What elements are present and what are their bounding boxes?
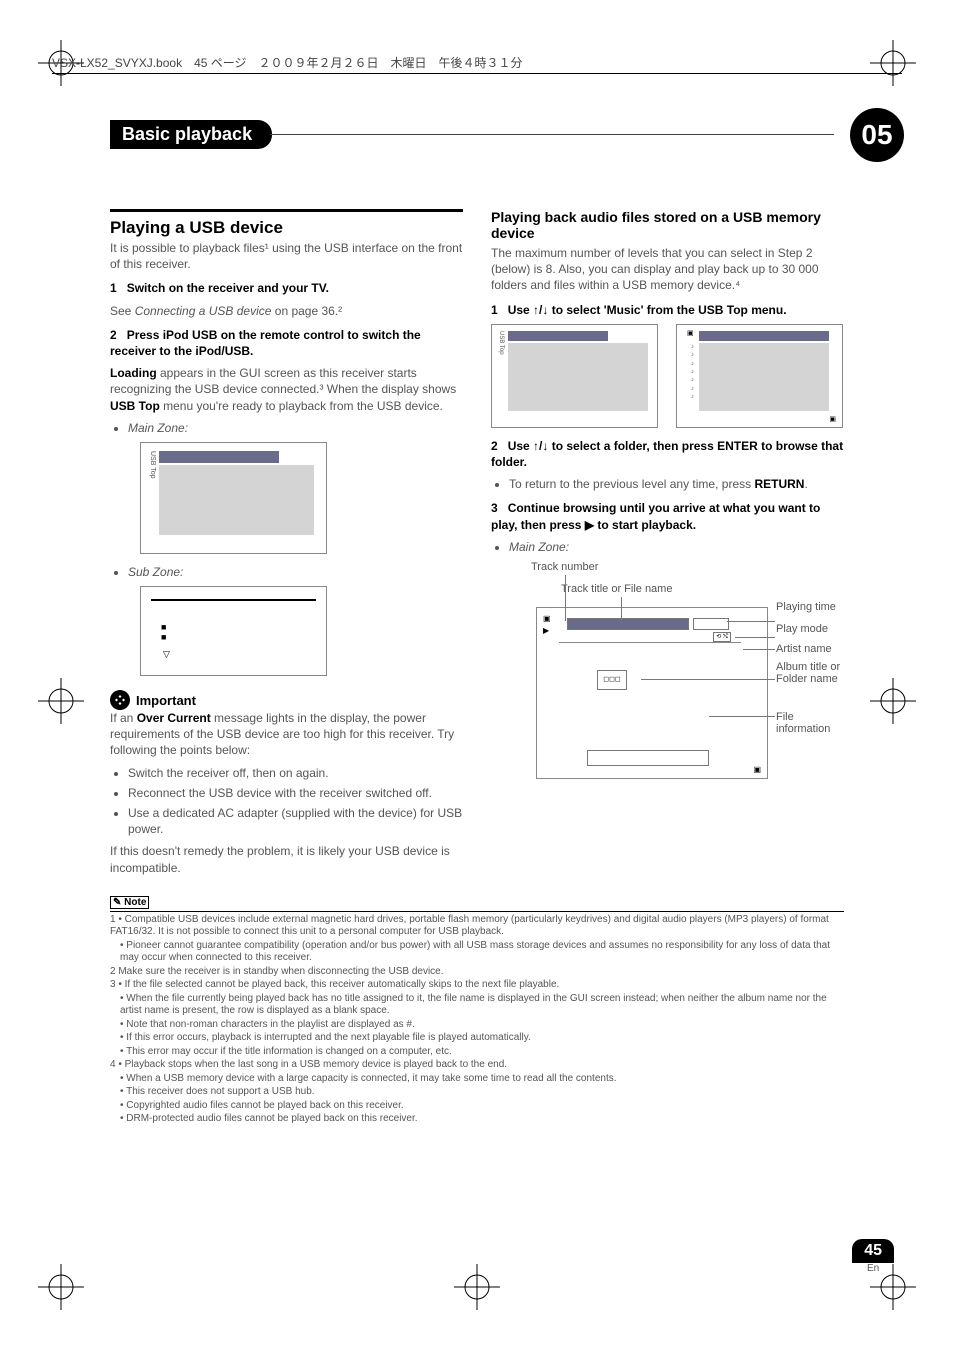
right-step-3: 3Continue browsing until you arrive at w… [491, 500, 844, 532]
page-number-badge: 45 En [852, 1239, 894, 1274]
notes-section: ✎ Note 1 • Compatible USB devices includ… [110, 896, 844, 1126]
callout-play-mode: Play mode [776, 623, 828, 635]
step-1: 1 Switch on the receiver and your TV. [110, 280, 463, 296]
callout-album-title: Album title or Folder name [776, 661, 866, 685]
crop-mark-icon [38, 1264, 84, 1310]
important-icon [110, 690, 130, 710]
step-title: Use ↑/↓ to select a folder, then press E… [491, 439, 843, 469]
intro-text: It is possible to playback files¹ using … [110, 240, 463, 272]
note-item: • Note that non-roman characters in the … [110, 1019, 844, 1032]
note-item: • This error may occur if the title info… [110, 1046, 844, 1059]
right-step-2-bullet: To return to the previous level any time… [509, 476, 844, 492]
note-item: • This receiver does not support a USB h… [110, 1086, 844, 1099]
crop-mark-icon [38, 678, 84, 724]
closing-text: If this doesn't remedy the problem, it i… [110, 843, 463, 875]
right-step-2: 2Use ↑/↓ to select a folder, then press … [491, 438, 844, 470]
step-number: 1 [110, 281, 117, 295]
gui-screenshot-music-list: ▣ ♪♪♪♪♪♪♪ ▣ [676, 324, 843, 428]
note-item: • DRM-protected audio files cannot be pl… [110, 1113, 844, 1126]
callout-playing-time: Playing time [776, 601, 836, 613]
step-1-body: See Connecting a USB device on page 36.² [110, 303, 463, 319]
step-title: Switch on the receiver and your TV. [127, 281, 329, 295]
step-number: 1 [491, 303, 498, 317]
note-item: • If this error occurs, playback is inte… [110, 1032, 844, 1045]
step-number: 2 [110, 328, 117, 342]
gui-diagram-now-playing: ▣ ▶ ⟲ ⤭ ◻◻◻ ▣ [536, 607, 768, 779]
callout-artist-name: Artist name [776, 643, 832, 655]
book-header-text: VSX-LX52_SVYXJ.book 45 ページ ２００９年２月２６日 木曜… [52, 56, 523, 70]
step-title-b: to start playback. [594, 518, 696, 532]
gui-screenshot-subzone: ■■ ▽ [140, 586, 327, 676]
important-text: If an Over Current message lights in the… [110, 710, 463, 759]
subzone-label: Sub Zone: [128, 564, 463, 580]
gui-screenshot-row: USB Top ▣ ♪♪♪♪♪♪♪ ▣ [491, 324, 844, 428]
page-number: 45 [852, 1239, 894, 1263]
chapter-number: 05 [850, 108, 904, 162]
step-number: 2 [491, 439, 498, 453]
callout-track-title: Track title or File name [561, 583, 672, 595]
important-bullet: Use a dedicated AC adapter (supplied wit… [128, 805, 463, 837]
important-label: Important [136, 693, 196, 708]
section-heading-playing-usb: Playing a USB device [110, 209, 463, 238]
step-2: 2Press iPod USB on the remote control to… [110, 327, 463, 359]
note-item: • When the file currently being played b… [110, 993, 844, 1018]
note-item: • Copyrighted audio files cannot be play… [110, 1100, 844, 1113]
page-lang: En [852, 1263, 894, 1274]
step-2-body: Loading appears in the GUI screen as thi… [110, 365, 463, 414]
chapter-title: Basic playback [110, 120, 272, 149]
crop-mark-icon [454, 1264, 500, 1310]
section-heading-playback-usb-memory: Playing back audio files stored on a USB… [491, 209, 844, 241]
crop-mark-icon [870, 678, 916, 724]
gui-screenshot-mainzone: USB Top [140, 442, 327, 554]
important-bullet: Switch the receiver off, then on again. [128, 765, 463, 781]
step-number: 3 [491, 501, 498, 515]
note-item: 4 • Playback stops when the last song in… [110, 1059, 844, 1072]
callout-file-info: File information [776, 711, 844, 735]
note-item: 3 • If the file selected cannot be playe… [110, 979, 844, 992]
note-item: • When a USB memory device with a large … [110, 1073, 844, 1086]
step-title: Press iPod USB on the remote control to … [110, 328, 421, 358]
note-item: 2 Make sure the receiver is in standby w… [110, 966, 844, 979]
mainzone-label: Main Zone: [128, 420, 463, 436]
right-step-1: 1 Use ↑/↓ to select 'Music' from the USB … [491, 302, 844, 318]
mainzone-label: Main Zone: [509, 539, 844, 555]
note-item: 1 • Compatible USB devices include exter… [110, 914, 844, 939]
note-label: ✎ Note [110, 896, 149, 909]
callout-track-number: Track number [531, 561, 598, 573]
chapter-rule [270, 134, 834, 135]
gui-screenshot-usb-top: USB Top [491, 324, 658, 428]
book-header: VSX-LX52_SVYXJ.book 45 ページ ２００９年２月２６日 木曜… [52, 54, 902, 74]
step-title: Use ↑/↓ to select 'Music' from the USB T… [508, 303, 787, 317]
right-intro: The maximum number of levels that you ca… [491, 245, 844, 294]
important-bullet: Reconnect the USB device with the receiv… [128, 785, 463, 801]
note-item: • Pioneer cannot guarantee compatibility… [110, 940, 844, 965]
